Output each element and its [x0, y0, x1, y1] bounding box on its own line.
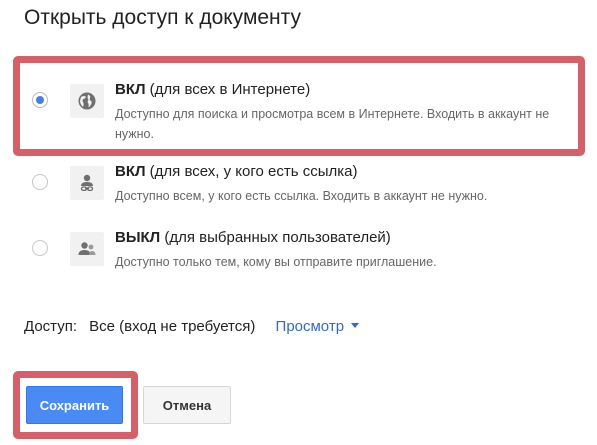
radio-selected-dot	[36, 96, 44, 104]
option-title-bold: ВКЛ	[115, 163, 146, 180]
option-specific-people[interactable]: ВЫКЛ (для выбранных пользователей) Досту…	[20, 226, 580, 296]
option-title: ВЫКЛ (для выбранных пользователей)	[115, 229, 391, 246]
save-button[interactable]: Сохранить	[26, 386, 123, 424]
people-icon	[70, 232, 104, 266]
option-title-rest: (для всех, у кого есть ссылка)	[145, 163, 358, 180]
option-description: Доступно для поиска и просмотра всем в И…	[115, 107, 550, 141]
option-title-rest: (для выбранных пользователей)	[160, 229, 391, 246]
option-description: Доступно только тем, кому вы отправите п…	[115, 255, 437, 269]
permission-dropdown[interactable]: Просмотр	[276, 318, 360, 335]
option-title: ВКЛ (для всех, у кого есть ссылка)	[115, 163, 357, 180]
access-label: Доступ:	[24, 318, 77, 335]
radio-public-web[interactable]	[32, 92, 48, 108]
cancel-button[interactable]: Отмена	[143, 386, 231, 424]
caret-down-icon	[351, 322, 360, 328]
access-value: Все (вход не требуется)	[89, 318, 256, 335]
option-title-bold: ВЫКЛ	[115, 229, 161, 246]
option-title-bold: ВКЛ	[115, 81, 146, 98]
dialog-title: Открыть доступ к документу	[24, 6, 302, 29]
radio-link-access[interactable]	[32, 174, 48, 190]
option-title-rest: (для всех в Интернете)	[145, 81, 311, 98]
option-link-access[interactable]: ВКЛ (для всех, у кого есть ссылка) Досту…	[20, 160, 580, 230]
option-description: Доступно всем, у кого есть ссылка. Входи…	[115, 189, 488, 203]
access-row: Доступ: Все (вход не требуется) Просмотр	[24, 318, 360, 335]
person-link-icon	[70, 166, 104, 200]
globe-icon	[70, 84, 104, 118]
option-title: ВКЛ (для всех в Интернете)	[115, 81, 310, 98]
permission-dropdown-label: Просмотр	[275, 318, 345, 335]
option-public-web[interactable]: ВКЛ (для всех в Интернете) Доступно для …	[20, 78, 580, 148]
radio-specific-people[interactable]	[32, 240, 48, 256]
